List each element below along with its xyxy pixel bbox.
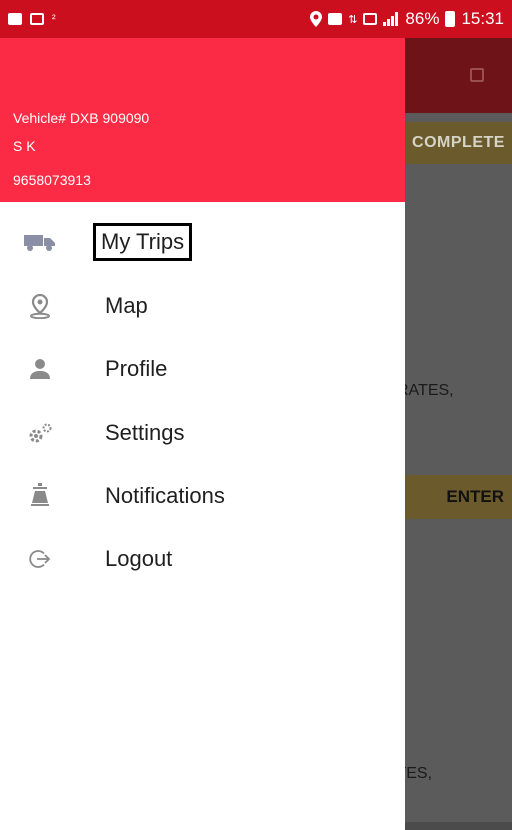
sim-icon	[328, 13, 343, 25]
signal-icon	[383, 12, 399, 26]
drawer-header: Vehicle# DXB 909090 S K 9658073913	[0, 38, 405, 202]
map-pin-icon	[24, 292, 56, 320]
menu-label: My Trips	[93, 223, 193, 261]
menu-item-my-trips[interactable]: My Trips	[0, 214, 405, 270]
menu-item-notifications[interactable]: Notifications	[0, 468, 405, 524]
bell-icon	[24, 482, 56, 510]
battery-icon	[445, 11, 456, 27]
person-icon	[24, 355, 56, 383]
calendar-icon	[470, 68, 484, 82]
vehicle-number: Vehicle# DXB 909090	[13, 110, 150, 126]
complete-button: COMPLETE	[405, 122, 512, 164]
sim2-icon	[363, 13, 378, 25]
location-icon	[310, 11, 323, 27]
menu-item-logout[interactable]: Logout	[0, 531, 405, 587]
status-left: ²	[8, 13, 56, 25]
menu-label: Settings	[105, 420, 185, 445]
driver-name: S K	[13, 138, 36, 154]
phone-number: 9658073913	[13, 172, 91, 188]
menu-item-settings[interactable]: Settings	[0, 405, 405, 461]
status-bar: ² ⇅ 86% 15:31	[0, 0, 512, 38]
menu-label: Map	[105, 293, 148, 318]
gears-icon	[24, 419, 56, 447]
menu-label: Logout	[105, 546, 173, 571]
battery-percent: 86%	[405, 9, 440, 28]
logout-icon	[24, 545, 56, 573]
notification-icon	[8, 13, 22, 25]
data-icon: ⇅	[348, 13, 358, 26]
background-text: ATES,	[405, 765, 433, 782]
background-app-scrim[interactable]: COMPLETE RATES, ENTER ATES,	[405, 38, 512, 830]
menu-item-map[interactable]: Map	[0, 278, 405, 334]
background-text: RATES,	[405, 382, 454, 399]
navigation-drawer: Vehicle# DXB 909090 S K 9658073913 My Tr…	[0, 38, 405, 830]
menu-item-profile[interactable]: Profile	[0, 341, 405, 397]
status-right: ⇅ 86% 15:31	[310, 9, 504, 29]
menu-label: Profile	[105, 356, 168, 381]
enter-button: ENTER	[405, 475, 512, 519]
truck-icon	[24, 228, 56, 256]
background-footer	[405, 822, 512, 830]
clock: 15:31	[461, 9, 504, 28]
background-toolbar	[405, 38, 512, 113]
menu-label: Notifications	[105, 483, 225, 508]
screenshot-icon	[30, 13, 44, 25]
update-icon: ²	[52, 13, 56, 25]
